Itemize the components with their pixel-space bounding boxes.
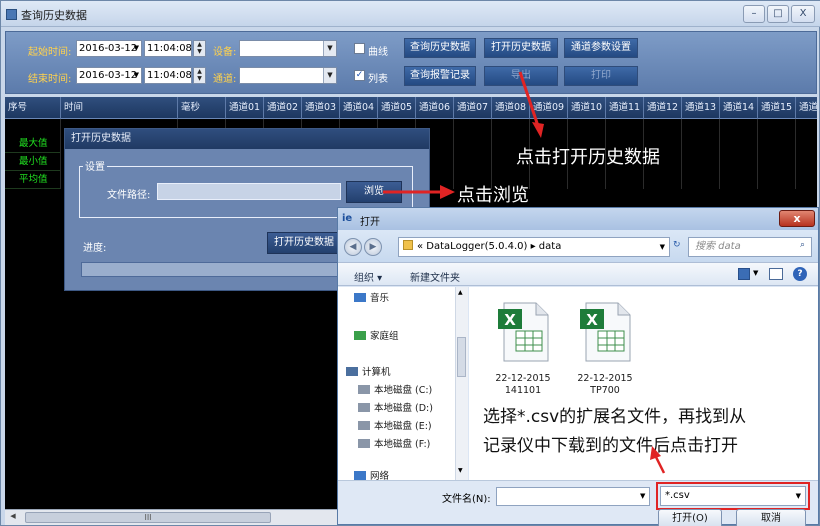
arrow-to-open-button [518, 71, 544, 138]
arrow-to-filetype [650, 446, 666, 474]
annotation-arrows [383, 71, 666, 474]
arrow-from-browse [383, 185, 455, 199]
